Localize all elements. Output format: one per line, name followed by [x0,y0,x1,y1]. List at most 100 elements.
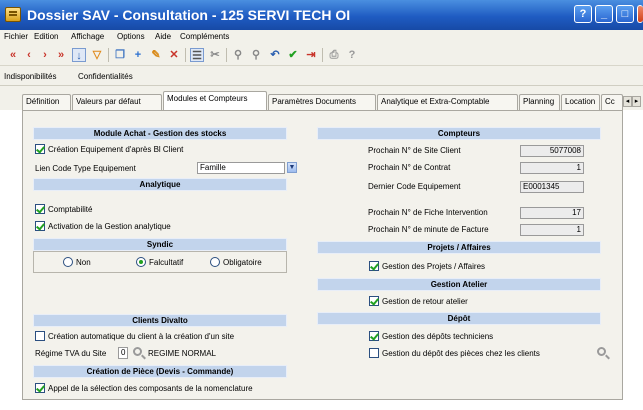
activation-analytique-label: Activation de la Gestion analytique [48,222,171,231]
compteur-contrat-label: Prochain N° de Contrat [368,163,451,172]
syndic-non-radio[interactable] [63,257,73,267]
menu-bar: Fichier Edition Affichage Options Aide C… [0,30,643,44]
search-icon[interactable] [597,347,606,356]
menu-edition[interactable]: Edition [34,32,58,41]
retour-atelier-label: Gestion de retour atelier [382,297,468,306]
sort-icon[interactable]: ↓ [72,48,86,62]
secondary-tabs: Indisponibilités Confidentialités [0,66,643,86]
lien-code-label: Lien Code Type Equipement [35,164,136,173]
validate-icon[interactable]: ✔ [286,48,300,62]
search-icon[interactable] [133,347,142,356]
exit-icon[interactable]: ⇥ [304,48,318,62]
tab-parametres-documents[interactable]: Paramètres Documents [268,94,376,110]
syndic-falcultatif-radio[interactable] [136,257,146,267]
modules-compteurs-panel: Module Achat - Gestion des stocks Créati… [22,110,623,400]
tab-scroll-left-icon[interactable]: ◂ [623,96,632,107]
help-button[interactable]: ? [574,5,592,23]
compteur-site-client-field[interactable]: 5077008 [520,145,584,157]
creation-equipement-checkbox[interactable] [35,144,45,154]
list-icon[interactable]: ☰ [190,48,204,62]
last-icon[interactable]: » [54,48,68,62]
tab-modules-et-compteurs[interactable]: Modules et Compteurs [163,91,267,110]
app-icon [5,7,21,22]
compteur-contrat-field[interactable]: 1 [520,162,584,174]
compteur-code-equipement-label: Dernier Code Equipement [368,182,461,191]
comptabilite-checkbox[interactable] [35,204,45,214]
depots-techniciens-checkbox[interactable] [369,331,379,341]
menu-options[interactable]: Options [117,32,145,41]
compteur-site-client-label: Prochain N° de Site Client [368,146,461,155]
toolbar: « ‹ › » ↓ ▽ ❐ + ✎ ✕ ☰ ✂ ⚲ ⚲ ↶ ✔ ⇥ ⎙ ? [0,44,643,66]
appel-nomenclature-label: Appel de la sélection des composants de … [48,384,253,393]
compteur-minute-facture-label: Prochain N° de minute de Facture [368,225,489,234]
regime-tva-label: Régime TVA du Site [35,349,107,358]
close-button[interactable] [637,5,643,23]
gestion-projets-label: Gestion des Projets / Affaires [382,262,486,271]
creation-auto-client-label: Création automatique du client à la créa… [48,332,235,341]
syndic-falcultatif-label: Falcultatif [149,258,184,267]
lien-code-select[interactable]: Famille [197,162,285,174]
next-icon[interactable]: › [38,48,52,62]
toolbar-separator [226,48,227,62]
toolbar-separator [185,48,186,62]
gestion-projets-checkbox[interactable] [369,261,379,271]
window-title: Dossier SAV - Consultation - 125 SERVI T… [27,7,351,23]
add-icon[interactable]: + [131,48,145,62]
delete-icon[interactable]: ✕ [167,48,181,62]
subtab-indisponibilites[interactable]: Indisponibilités [4,72,56,81]
menu-aide[interactable]: Aide [155,32,171,41]
tab-valeurs-par-defaut[interactable]: Valeurs par défaut [72,94,162,110]
tab-scroll-right-icon[interactable]: ▸ [632,96,641,107]
compteur-fiche-intervention-field[interactable]: 17 [520,207,584,219]
depots-techniciens-label: Gestion des dépôts techniciens [382,332,494,341]
gestion-atelier-header: Gestion Atelier [317,278,601,291]
search-replace-icon[interactable]: ⚲ [249,48,263,62]
analytique-header: Analytique [33,178,287,191]
syndic-obligatoire-label: Obligatoire [223,258,262,267]
retour-atelier-checkbox[interactable] [369,296,379,306]
tab-definition[interactable]: Définition [22,94,71,110]
regime-tva-value: REGIME NORMAL [148,349,217,358]
prev-icon[interactable]: ‹ [22,48,36,62]
undo-icon[interactable]: ↶ [268,48,282,62]
maximize-button[interactable]: □ [616,5,634,23]
subtab-confidentialites[interactable]: Confidentialités [78,72,133,81]
help-icon[interactable]: ? [345,48,359,62]
menu-affichage[interactable]: Affichage [71,32,104,41]
creation-auto-client-checkbox[interactable] [35,331,45,341]
activation-analytique-checkbox[interactable] [35,221,45,231]
first-icon[interactable]: « [6,48,20,62]
chevron-down-icon[interactable]: ▼ [287,162,297,173]
appel-nomenclature-checkbox[interactable] [35,383,45,393]
regime-tva-code-field[interactable]: 0 [118,347,128,359]
syndic-header: Syndic [33,238,287,251]
creation-equipement-label: Création Equipement d'après Bl Client [48,145,184,154]
title-bar: Dossier SAV - Consultation - 125 SERVI T… [0,0,643,30]
menu-complements[interactable]: Compléments [180,32,229,41]
print-icon[interactable]: ⎙ [327,48,341,62]
minimize-button[interactable]: _ [595,5,613,23]
syndic-obligatoire-radio[interactable] [210,257,220,267]
edit-icon[interactable]: ✎ [149,48,163,62]
compteur-fiche-intervention-label: Prochain N° de Fiche Intervention [368,208,488,217]
projets-affaires-header: Projets / Affaires [317,241,601,254]
tab-cc[interactable]: Cc [601,94,623,110]
module-achat-header: Module Achat - Gestion des stocks [33,127,287,140]
compteur-code-equipement-field[interactable]: E0001345 [520,181,584,193]
scissors-icon[interactable]: ✂ [208,48,222,62]
tab-planning[interactable]: Planning [519,94,560,110]
depot-header: Dépôt [317,312,601,325]
depot-clients-label: Gestion du dépôt des pièces chez les cli… [382,349,540,358]
search-icon[interactable]: ⚲ [231,48,245,62]
compteur-minute-facture-field[interactable]: 1 [520,224,584,236]
menu-fichier[interactable]: Fichier [4,32,28,41]
toolbar-separator [322,48,323,62]
tab-analytique-extra-comptable[interactable]: Analytique et Extra-Comptable [377,94,518,110]
tab-location[interactable]: Location [561,94,600,110]
copy-icon[interactable]: ❐ [113,48,127,62]
tab-strip: Définition Valeurs par défaut Modules et… [0,86,643,110]
syndic-non-label: Non [76,258,91,267]
depot-clients-checkbox[interactable] [369,348,379,358]
comptabilite-label: Comptabilité [48,205,93,214]
filter-icon[interactable]: ▽ [90,48,104,62]
